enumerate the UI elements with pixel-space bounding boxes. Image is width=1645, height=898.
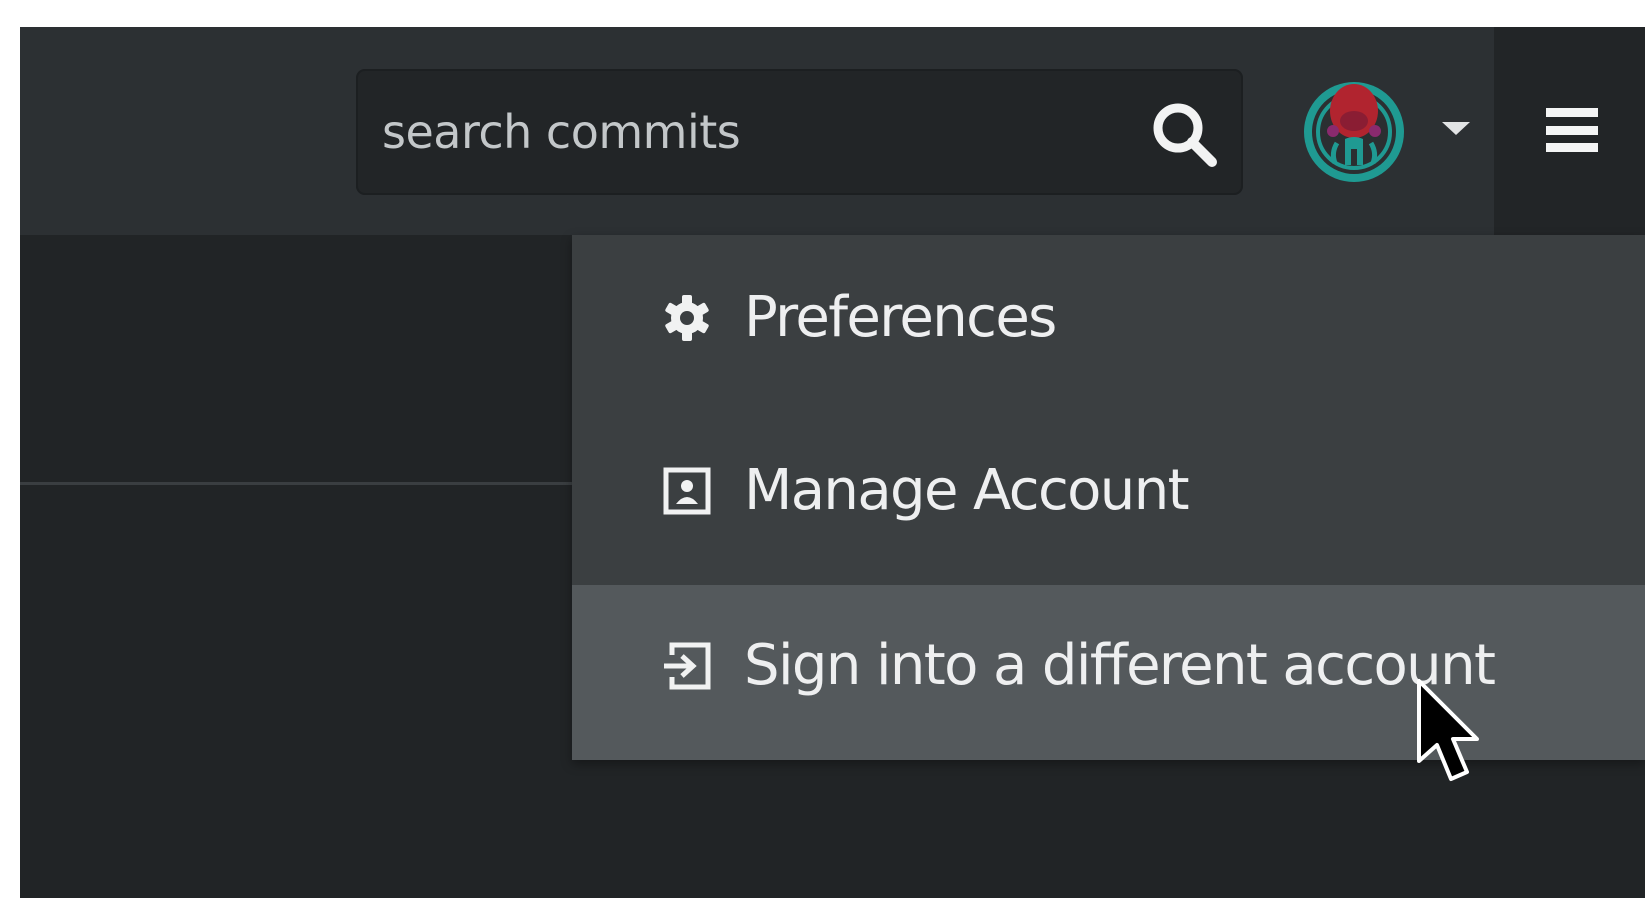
search-box[interactable] [356,69,1243,195]
hamburger-menu-icon [1546,108,1598,152]
gear-icon [665,295,709,341]
menu-item-preferences[interactable]: Preferences [572,235,1645,410]
sign-in-icon [664,642,711,690]
search-icon[interactable] [1150,100,1218,168]
mouse-pointer-icon [1417,679,1479,781]
octopus-avatar-icon[interactable] [1301,79,1407,185]
preferences-label: Preferences [744,285,1057,350]
caret-down-icon[interactable] [1442,122,1470,135]
menu-item-manage-account[interactable]: Manage Account [572,410,1645,585]
sign-in-different-account-label: Sign into a different account [744,633,1496,698]
account-card-icon [663,467,711,515]
search-input[interactable] [382,69,1142,195]
content-divider [20,482,572,485]
top-navigation-bar [20,27,1645,235]
app-window: Preferences Manage Account Sign into a d… [20,27,1645,898]
manage-account-label: Manage Account [744,458,1190,523]
main-menu-button[interactable] [1494,27,1645,235]
